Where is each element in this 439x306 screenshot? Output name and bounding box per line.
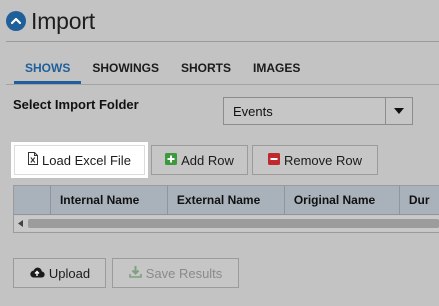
scroll-left-icon[interactable] bbox=[14, 216, 26, 231]
plus-square-icon bbox=[165, 152, 178, 168]
caret-down-icon[interactable] bbox=[385, 98, 412, 124]
add-row-label: Add Row bbox=[181, 152, 234, 168]
load-excel-button[interactable]: Load Excel File bbox=[14, 145, 145, 175]
column-header-original-name[interactable]: Original Name bbox=[285, 186, 400, 214]
tab-shorts[interactable]: SHORTS bbox=[170, 54, 242, 84]
folder-select[interactable]: Events bbox=[223, 97, 413, 125]
tab-showings[interactable]: SHOWINGS bbox=[81, 54, 170, 84]
add-row-button[interactable]: Add Row bbox=[151, 145, 248, 175]
remove-row-button[interactable]: Remove Row bbox=[252, 145, 378, 175]
upload-button[interactable]: Upload bbox=[13, 258, 106, 288]
load-excel-label: Load Excel File bbox=[42, 152, 131, 168]
remove-row-label: Remove Row bbox=[283, 152, 363, 168]
tab-divider bbox=[6, 84, 439, 85]
save-results-button[interactable]: Save Results bbox=[112, 258, 239, 288]
column-header-external-name[interactable]: External Name bbox=[168, 186, 285, 214]
page-header: Import bbox=[6, 6, 95, 36]
folder-selected-value: Events bbox=[233, 103, 273, 119]
save-results-label: Save Results bbox=[145, 265, 223, 281]
scrollbar-thumb[interactable] bbox=[28, 219, 439, 228]
tab-images[interactable]: IMAGES bbox=[242, 54, 311, 84]
grid-header: Internal Name External Name Original Nam… bbox=[14, 186, 439, 215]
upload-label: Upload bbox=[48, 265, 91, 281]
chevron-up-circle-icon[interactable] bbox=[6, 11, 26, 31]
import-grid: Internal Name External Name Original Nam… bbox=[13, 185, 439, 233]
horizontal-scrollbar[interactable] bbox=[14, 216, 439, 231]
cloud-upload-icon bbox=[29, 266, 45, 281]
column-header-select[interactable] bbox=[14, 186, 51, 214]
tab-bar: SHOWS SHOWINGS SHORTS IMAGES bbox=[14, 54, 311, 84]
tab-shows[interactable]: SHOWS bbox=[14, 54, 82, 84]
column-header-internal-name[interactable]: Internal Name bbox=[51, 186, 168, 214]
minus-square-icon bbox=[267, 152, 280, 168]
column-header-duration[interactable]: Dur bbox=[400, 186, 439, 214]
title-divider bbox=[6, 41, 439, 42]
download-icon bbox=[128, 265, 142, 281]
page-title: Import bbox=[31, 7, 95, 34]
excel-file-icon bbox=[28, 152, 39, 168]
folder-label: Select Import Folder bbox=[13, 97, 139, 112]
